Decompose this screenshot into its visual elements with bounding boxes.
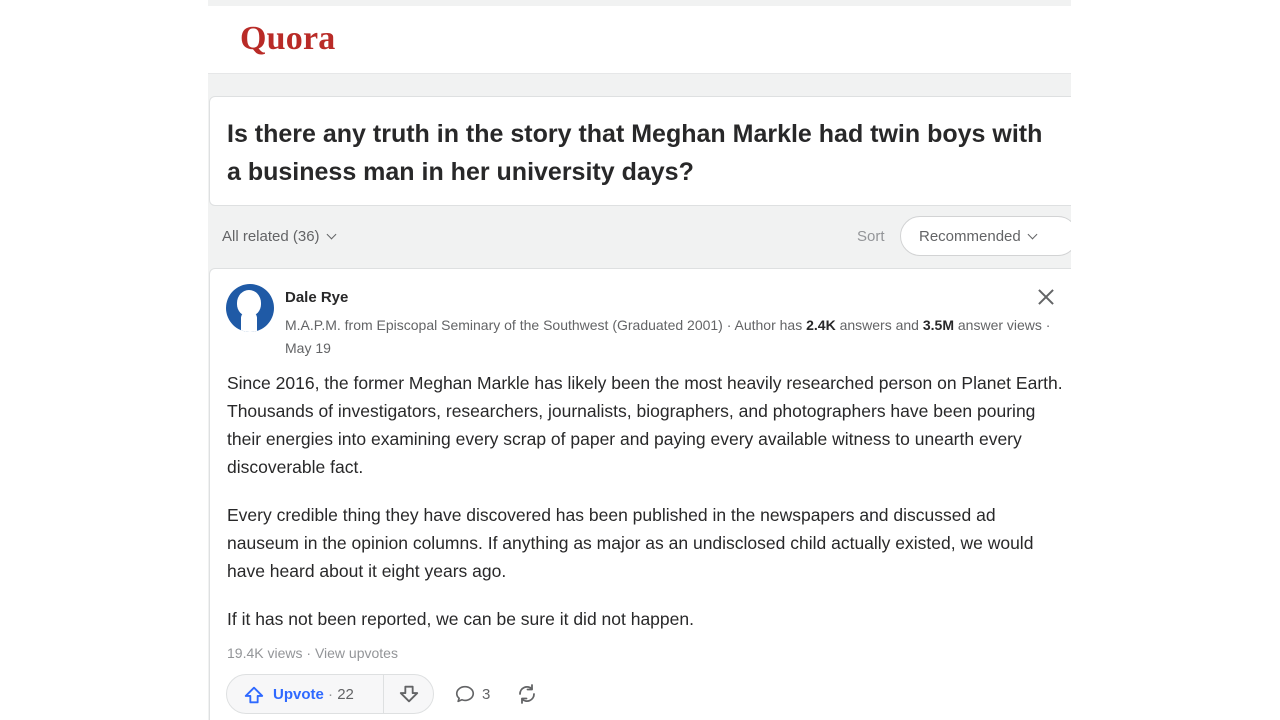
answer-stats: 19.4K views · View upvotes <box>227 645 398 661</box>
upvote-arrow-icon <box>244 686 264 704</box>
upvote-label: Upvote <box>273 686 324 703</box>
answer-paragraph: If it has not been reported, we can be s… <box>227 609 694 629</box>
top-header: Quora <box>208 6 1071 74</box>
vote-group: Upvote · 22 <box>226 674 434 714</box>
comment-bubble-icon <box>455 685 475 703</box>
answer-paragraph: Since 2016, the former Meghan Markle has… <box>227 373 1063 477</box>
avatar[interactable] <box>226 284 274 332</box>
downvote-button[interactable] <box>384 675 434 713</box>
question-title[interactable]: Is there any truth in the story that Meg… <box>227 115 1047 191</box>
upvote-button[interactable]: Upvote · 22 <box>227 675 383 713</box>
credential-text: M.A.P.M. from Episcopal Seminary of the … <box>285 317 807 333</box>
chevron-down-icon <box>1027 229 1038 240</box>
answer-body: Since 2016, the former Meghan Markle has… <box>227 369 1067 653</box>
author-name[interactable]: Dale Rye <box>285 289 348 306</box>
sort-value: Recommended <box>919 228 1021 245</box>
upvote-separator: · <box>323 686 338 703</box>
avatar-neck-shape <box>241 312 257 332</box>
stats-separator: · <box>302 645 315 661</box>
answers-count: 2.4K <box>806 317 836 333</box>
quora-page: Quora Is there any truth in the story th… <box>208 0 1071 720</box>
downvote-arrow-icon <box>399 685 419 703</box>
answers-suffix: answers and <box>835 317 923 333</box>
quora-logo[interactable]: Quora <box>240 20 335 58</box>
reshare-icon[interactable] <box>515 682 539 706</box>
close-icon[interactable] <box>1036 287 1056 307</box>
question-card: Is there any truth in the story that Meg… <box>209 96 1071 206</box>
author-credential: M.A.P.M. from Episcopal Seminary of the … <box>285 314 1055 360</box>
sort-label: Sort <box>857 228 885 245</box>
view-upvotes-link[interactable]: View upvotes <box>315 645 398 661</box>
views-count-label: 19.4K views <box>227 645 303 661</box>
upvote-count: 22 <box>337 686 354 703</box>
comment-count: 3 <box>482 686 491 703</box>
answer-card: Dale Rye M.A.P.M. from Episcopal Seminar… <box>209 268 1071 720</box>
all-related-label: All related (36) <box>222 228 320 245</box>
chevron-down-icon <box>326 229 336 240</box>
comment-button[interactable]: 3 <box>454 681 494 707</box>
sort-dropdown[interactable]: Recommended <box>900 216 1071 256</box>
answers-filter-bar: All related (36) Sort Recommended <box>208 214 1071 262</box>
all-related-dropdown[interactable]: All related (36) <box>222 228 336 245</box>
answer-paragraph: Every credible thing they have discovere… <box>227 505 1034 581</box>
views-count: 3.5M <box>922 317 954 333</box>
